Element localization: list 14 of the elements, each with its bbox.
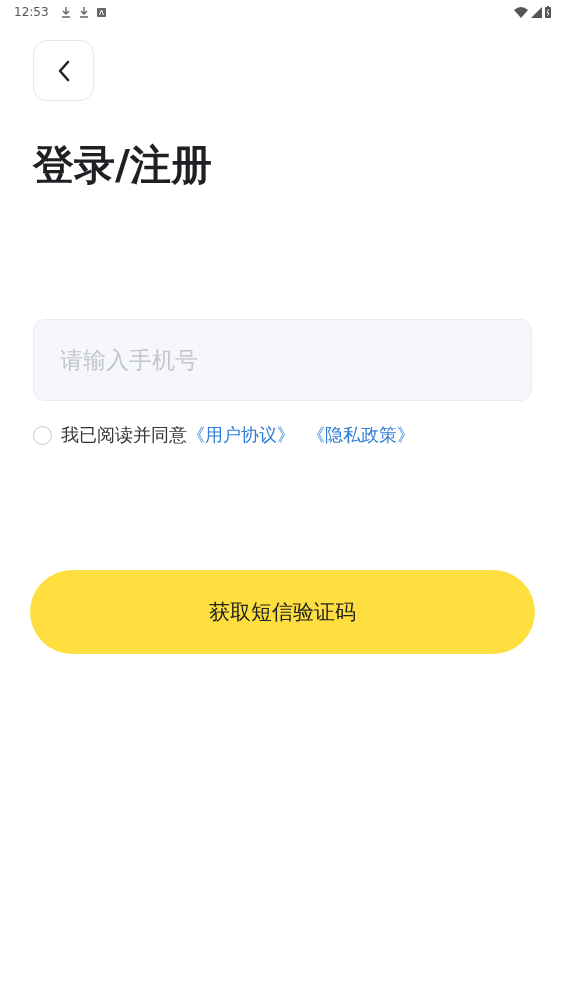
- wifi-icon: [514, 6, 528, 18]
- signal-icon: [531, 6, 542, 18]
- status-time: 12:53: [14, 5, 49, 19]
- policy-link[interactable]: 《隐私政策》: [307, 423, 415, 447]
- download-icon: [78, 6, 89, 18]
- back-button[interactable]: [33, 40, 94, 101]
- battery-icon: [545, 6, 551, 18]
- back-icon: [57, 59, 70, 82]
- policy-link[interactable]: 《用户协议》: [187, 423, 295, 447]
- agreement-text: 我已阅读并同意: [61, 423, 187, 447]
- get-code-button[interactable]: 获取短信验证码: [30, 570, 535, 654]
- download-icon: [60, 6, 71, 18]
- app-icon: [96, 7, 106, 17]
- page-title: 登录/注册: [33, 140, 213, 191]
